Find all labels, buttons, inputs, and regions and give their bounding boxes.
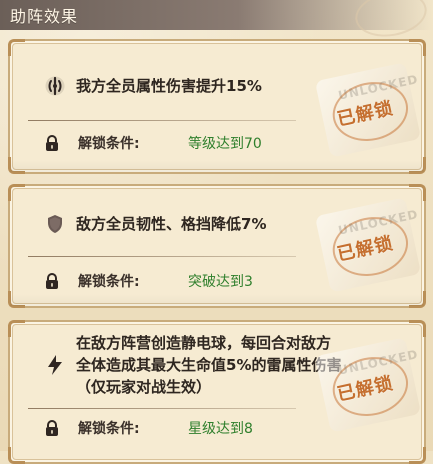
rune-icon [44, 75, 66, 97]
card-corner [409, 320, 426, 337]
card-corner [409, 447, 426, 464]
support-effect-card-2: 敌方全员韧性、格挡降低7% 解锁条件: 突破达到3 UNLOCKED 已解锁 [8, 184, 426, 308]
unlocked-stamp: UNLOCKED 已解锁 [314, 62, 422, 158]
shield-icon [44, 213, 66, 235]
divider [28, 408, 296, 409]
effect-row: 我方全员属性伤害提升15% [44, 75, 262, 97]
effect-row: 敌方全员韧性、格挡降低7% [44, 213, 266, 235]
unlock-condition-value: 突破达到3 [188, 274, 253, 290]
unlock-condition-row: 解锁条件: 星级达到8 [44, 418, 253, 438]
unlock-condition-row: 解锁条件: 突破达到3 [44, 271, 253, 291]
unlock-condition-label: 解锁条件: [78, 274, 140, 290]
card-corner [8, 320, 25, 337]
lock-icon [44, 134, 60, 152]
unlock-condition-label: 解锁条件: [78, 421, 140, 437]
effect-text: 在敌方阵营创造静电球，每回合对敌方全体造成其最大生命值5%的雷属性伤害（仅玩家对… [76, 334, 342, 396]
unlock-condition-value: 等级达到70 [188, 136, 262, 152]
card-corner [8, 184, 25, 201]
unlock-condition-value: 星级达到8 [188, 421, 253, 437]
card-corner [409, 39, 426, 56]
card-shadow [10, 294, 424, 306]
unlocked-stamp: UNLOCKED 已解锁 [314, 197, 422, 293]
effect-text: 敌方全员韧性、格挡降低7% [76, 215, 267, 233]
effect-text: 我方全员属性伤害提升15% [76, 77, 262, 95]
support-effect-card-1: 我方全员属性伤害提升15% 解锁条件: 等级达到70 UNLOCKED 已解锁 [8, 39, 426, 174]
section-header: 助阵效果 [0, 0, 433, 42]
card-shadow [10, 160, 424, 172]
unlock-condition-label: 解锁条件: [78, 136, 140, 152]
divider [28, 120, 296, 121]
card-corner [8, 447, 25, 464]
unlock-condition-row: 解锁条件: 等级达到70 [44, 133, 262, 153]
card-corner [8, 39, 25, 56]
effect-row: 在敌方阵营创造静电球，每回合对敌方全体造成其最大生命值5%的雷属性伤害（仅玩家对… [44, 332, 344, 398]
support-effect-card-3: 在敌方阵营创造静电球，每回合对敌方全体造成其最大生命值5%的雷属性伤害（仅玩家对… [8, 320, 426, 464]
lock-icon [44, 419, 60, 437]
divider [28, 256, 296, 257]
lock-icon [44, 272, 60, 290]
section-title: 助阵效果 [10, 7, 79, 26]
lightning-icon [44, 354, 66, 376]
card-corner [409, 184, 426, 201]
